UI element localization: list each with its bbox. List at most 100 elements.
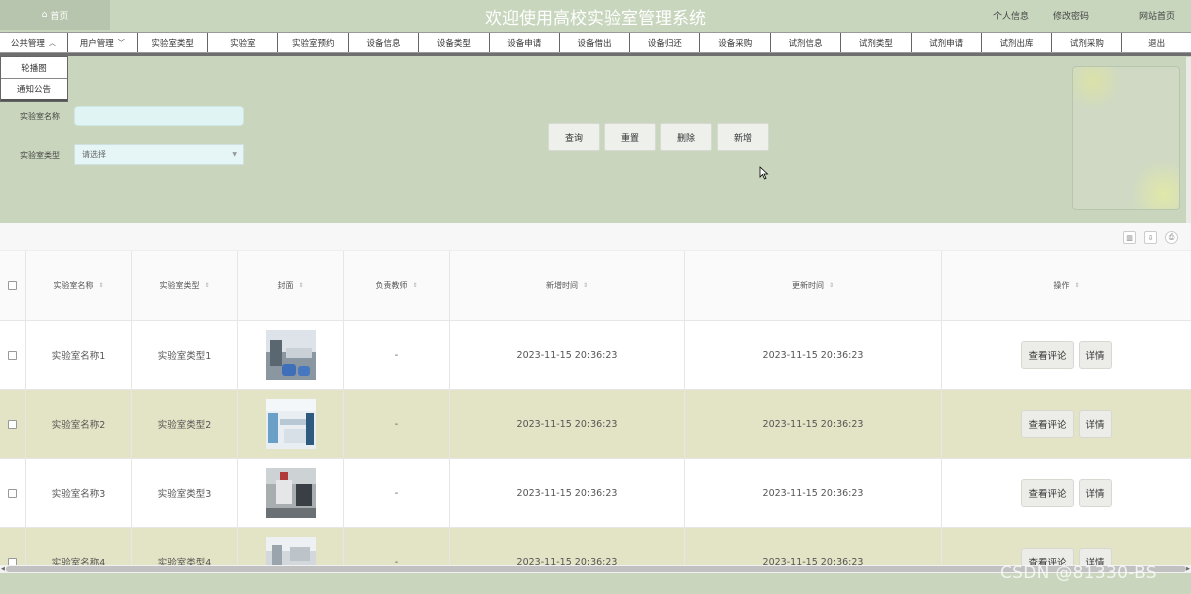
detail-button[interactable]: 详情	[1078, 410, 1112, 438]
table-row: 实验室名称2 实验室类型2 - 2023-11-15 20:36:23 2023…	[0, 390, 1191, 459]
lab-name-label: 实验室名称	[20, 112, 60, 121]
lab-cover-image[interactable]	[265, 399, 316, 449]
chevron-down-icon: ▼	[232, 151, 237, 158]
detail-button[interactable]: 详情	[1078, 479, 1112, 507]
lab-name-input[interactable]	[74, 106, 244, 126]
nav-item-users[interactable]: 用户管理 ﹀	[68, 33, 138, 52]
side-panel	[1072, 66, 1180, 210]
nav-item-equipment-return[interactable]: 设备归还	[630, 33, 701, 52]
table-row: 实验室名称1 实验室类型1 - 2023-11-15 20:36:23 2023…	[0, 321, 1191, 390]
table-toolbar: ▥ ⇩ ⎙	[0, 223, 1191, 251]
main-nav: 公共管理 ︿ 用户管理 ﹀ 实验室类型 实验室 实验室预约 设备信息 设备类型 设备…	[0, 32, 1191, 53]
query-button[interactable]: 查询	[548, 123, 600, 151]
detail-button[interactable]: 详情	[1078, 341, 1112, 369]
header-cover[interactable]: 封面 ⇕	[238, 251, 344, 320]
view-comments-button[interactable]: 查看评论	[1021, 410, 1074, 438]
home-button[interactable]: ⌂ 首页	[0, 0, 110, 30]
nav-item-equipment-purchase[interactable]: 设备采购	[700, 33, 772, 52]
nav-label: 实验室预约	[291, 38, 335, 49]
nav-item-reagent-info[interactable]: 试剂信息	[771, 33, 841, 52]
updated-cell: 2023-11-15 20:36:23	[685, 528, 942, 568]
lab-type-label: 实验室类型	[20, 151, 60, 160]
nav-item-equipment-lend[interactable]: 设备借出	[560, 33, 631, 52]
row-checkbox-cell	[0, 321, 26, 389]
sort-icon: ⇕	[828, 282, 835, 289]
nav-label: 设备信息	[366, 38, 401, 49]
print-icon[interactable]: ⎙	[1165, 231, 1178, 244]
header-lab-name[interactable]: 实验室名称 ⇕	[26, 251, 132, 320]
change-password-link[interactable]: 修改密码	[1053, 9, 1089, 22]
row-checkbox[interactable]	[8, 488, 17, 498]
view-comments-button[interactable]: 查看评论	[1021, 341, 1074, 369]
lab-name-cell: 实验室名称2	[26, 390, 132, 458]
view-comments-button[interactable]: 查看评论	[1021, 479, 1074, 507]
columns-icon[interactable]: ▥	[1123, 231, 1136, 244]
nav-item-reagent-type[interactable]: 试剂类型	[841, 33, 912, 52]
delete-button[interactable]: 删除	[660, 123, 712, 151]
top-header: ⌂ 首页 欢迎使用高校实验室管理系统 个人信息 修改密码 网站首页	[0, 0, 1191, 32]
nav-item-lab[interactable]: 实验室	[208, 33, 279, 52]
public-dropdown-menu: 轮播图 通知公告	[0, 56, 68, 102]
row-checkbox[interactable]	[8, 419, 17, 429]
nav-item-equipment-info[interactable]: 设备信息	[349, 33, 419, 52]
sort-icon: ⇕	[204, 282, 210, 289]
nav-item-logout[interactable]: 退出	[1122, 33, 1191, 52]
nav-divider	[0, 53, 1191, 56]
cover-cell	[238, 390, 344, 458]
teacher-cell: -	[344, 528, 450, 568]
updated-cell: 2023-11-15 20:36:23	[685, 459, 942, 527]
home-label: 首页	[50, 11, 69, 22]
cover-cell	[238, 321, 344, 389]
lab-type-cell: 实验室类型4	[132, 528, 238, 568]
add-button[interactable]: 新增	[717, 123, 769, 151]
header-actions[interactable]: 操作 ⇕	[942, 251, 1191, 320]
lab-cover-image[interactable]	[265, 330, 316, 380]
lab-name-cell: 实验室名称1	[26, 321, 132, 389]
nav-item-reagent-out[interactable]: 试剂出库	[982, 33, 1053, 52]
header-updated[interactable]: 更新时间 ⇕	[685, 251, 942, 320]
header-teacher[interactable]: 负责教师 ⇕	[344, 251, 450, 320]
dropdown-item-notice[interactable]: 通知公告	[1, 79, 67, 101]
sort-icon: ⇕	[412, 282, 418, 289]
site-home-link[interactable]: 网站首页	[1139, 9, 1175, 22]
lab-cover-image[interactable]	[265, 537, 316, 568]
reset-button[interactable]: 重置	[604, 123, 656, 151]
header-lab-type[interactable]: 实验室类型 ⇕	[132, 251, 238, 320]
dropdown-item-carousel[interactable]: 轮播图	[1, 57, 67, 79]
nav-item-lab-type[interactable]: 实验室类型	[138, 33, 209, 52]
teacher-cell: -	[344, 459, 450, 527]
column-label: 操作	[1053, 281, 1070, 290]
select-all-checkbox[interactable]	[8, 281, 17, 290]
cover-cell	[238, 528, 344, 568]
row-checkbox-cell	[0, 459, 26, 527]
header-created[interactable]: 新增时间 ⇕	[450, 251, 685, 320]
created-cell: 2023-11-15 20:36:23	[450, 459, 685, 527]
profile-link[interactable]: 个人信息	[993, 9, 1029, 22]
column-label: 负责教师	[375, 281, 408, 290]
nav-item-public[interactable]: 公共管理 ︿	[0, 33, 68, 52]
scroll-left-icon[interactable]: ◀	[1, 566, 5, 572]
nav-item-reagent-purchase[interactable]: 试剂采购	[1052, 33, 1123, 52]
actions-cell: 查看评论 详情	[942, 528, 1191, 568]
column-label: 封面	[277, 281, 294, 290]
lab-cover-image[interactable]	[265, 468, 316, 518]
column-label: 实验室名称	[53, 281, 94, 290]
nav-label: 试剂类型	[858, 38, 893, 49]
sort-icon: ⇕	[1074, 282, 1080, 289]
lab-type-select[interactable]: 请选择 ▼	[74, 144, 244, 165]
teacher-cell: -	[344, 321, 450, 389]
nav-label: 试剂采购	[1069, 38, 1104, 49]
row-checkbox[interactable]	[8, 350, 17, 360]
nav-item-lab-booking[interactable]: 实验室预约	[278, 33, 350, 52]
nav-item-reagent-apply[interactable]: 试剂申请	[912, 33, 982, 52]
cover-cell	[238, 459, 344, 527]
nav-item-equipment-apply[interactable]: 设备申请	[490, 33, 560, 52]
export-icon[interactable]: ⇩	[1144, 231, 1157, 244]
nav-label: 设备采购	[718, 38, 753, 49]
nav-item-equipment-type[interactable]: 设备类型	[419, 33, 490, 52]
scroll-right-icon[interactable]: ▶	[1186, 566, 1190, 572]
nav-label: 设备申请	[507, 38, 542, 49]
vertical-scrollbar[interactable]	[1186, 57, 1191, 223]
lab-type-placeholder: 请选择	[82, 150, 106, 159]
lab-type-cell: 实验室类型1	[132, 321, 238, 389]
